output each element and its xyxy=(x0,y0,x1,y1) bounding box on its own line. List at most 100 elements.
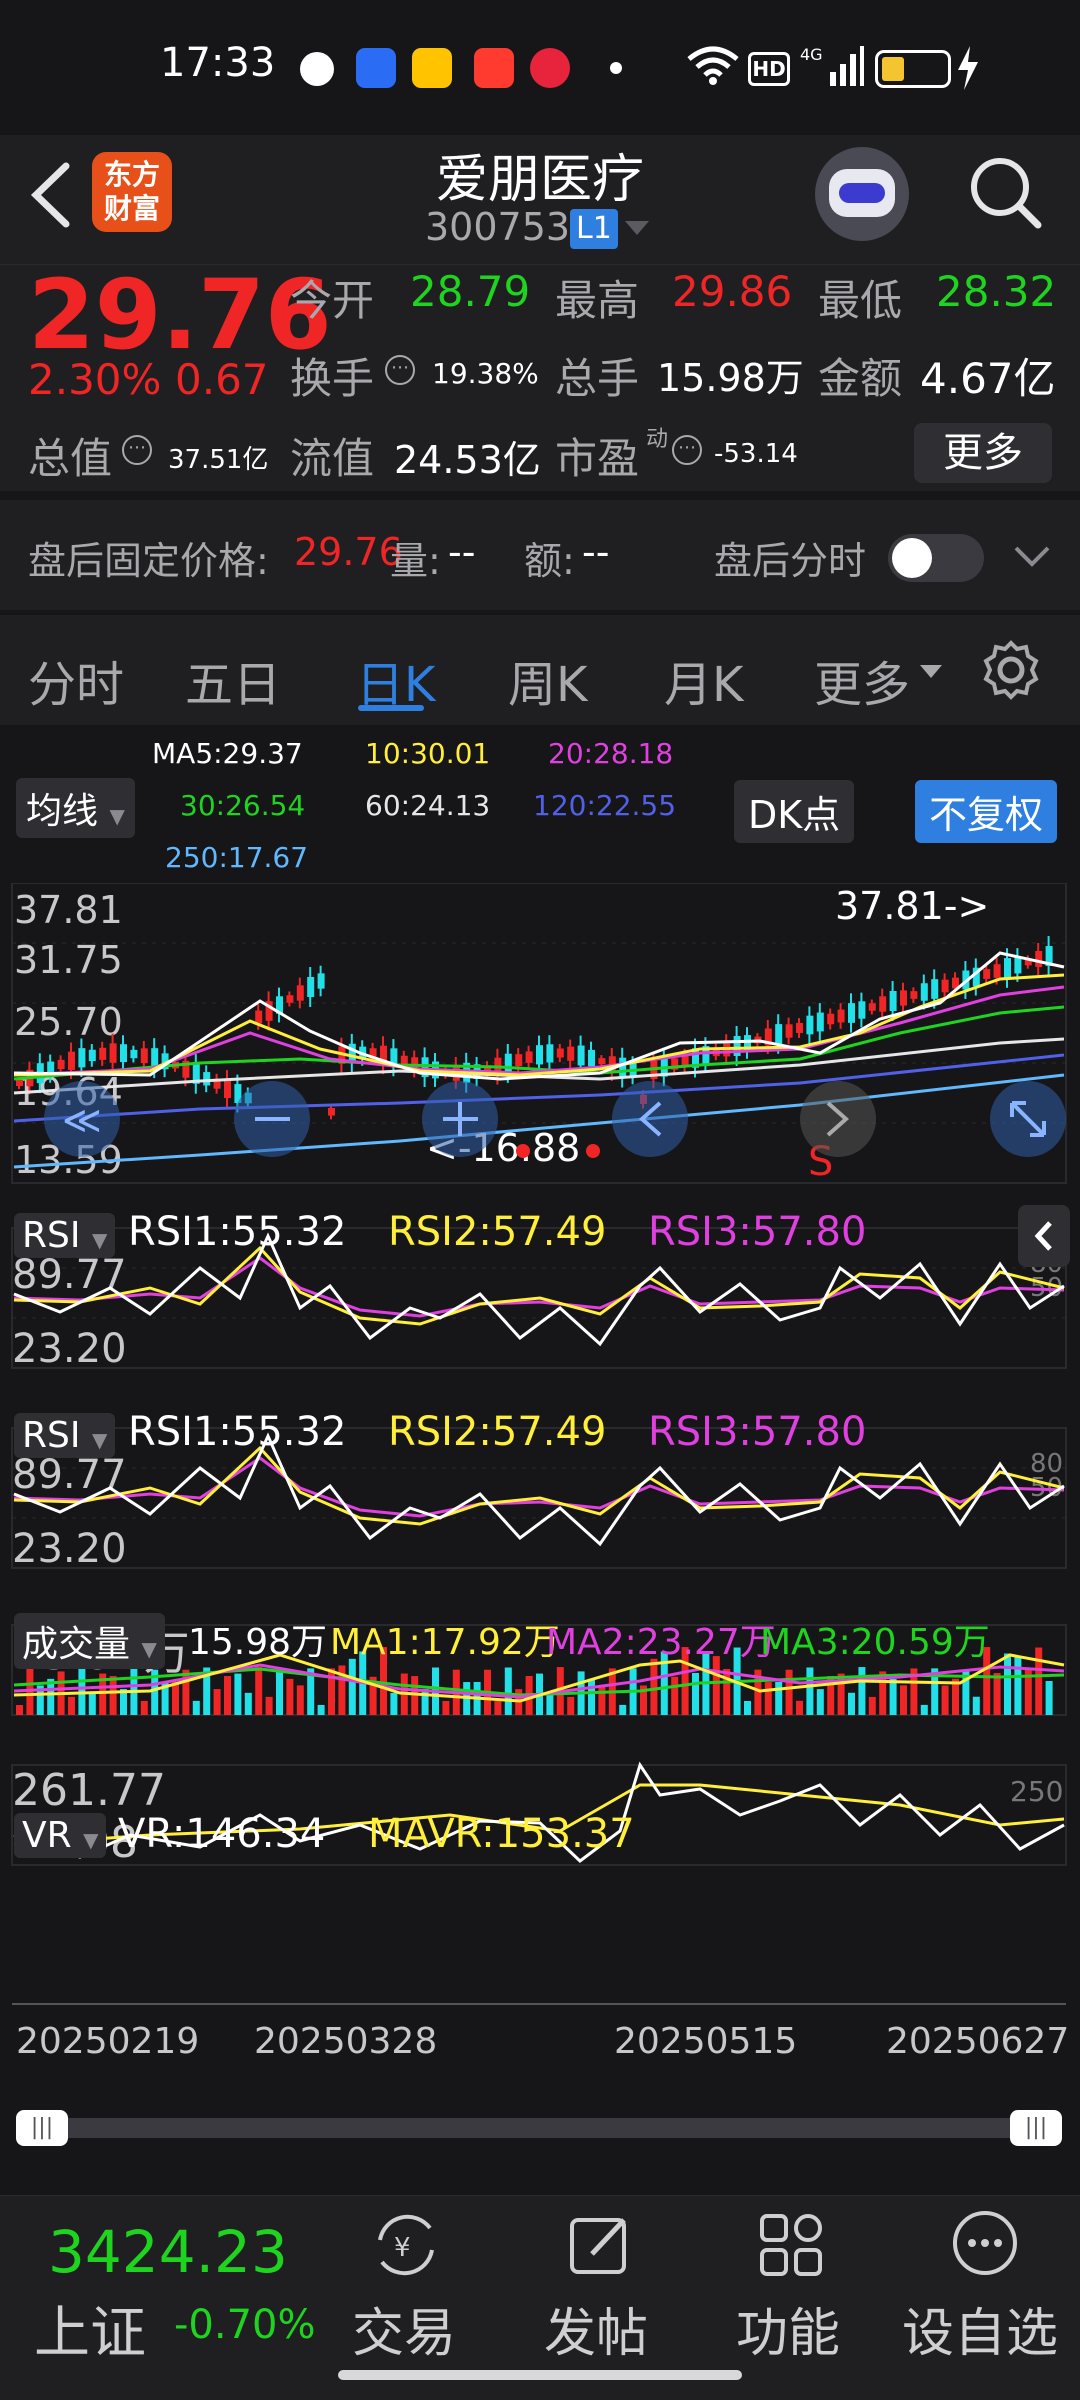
candle xyxy=(1035,951,1043,967)
volume-bar xyxy=(421,1689,429,1715)
volume-bar xyxy=(868,1696,876,1715)
stock-code: 300753 xyxy=(425,205,571,249)
trade-icon[interactable]: ¥ xyxy=(366,2210,446,2280)
date-label-4: 20250627 xyxy=(886,2021,1070,2062)
ma30-label: 30:26.54 xyxy=(180,789,306,822)
afterhours-toggle[interactable] xyxy=(888,534,984,582)
dk-button[interactable]: DK点 xyxy=(734,780,855,843)
battery-icon xyxy=(875,50,951,88)
tab-weekly-k[interactable]: 周K xyxy=(508,645,587,715)
scroll-right-button[interactable] xyxy=(800,1081,876,1157)
float-value: 24.53亿 xyxy=(394,438,541,482)
volume-label: 总手 xyxy=(555,354,640,403)
tab-5day[interactable]: 五日 xyxy=(185,645,281,715)
dropdown-icon[interactable] xyxy=(625,221,649,237)
high-value: 29.86 xyxy=(672,267,793,316)
post-icon[interactable] xyxy=(566,2210,636,2280)
range-slider-left-handle[interactable]: ||| xyxy=(16,2110,68,2146)
rsi-selector-2[interactable]: RSI ▼ xyxy=(14,1413,116,1458)
volume-bar xyxy=(785,1669,793,1715)
volume-bar xyxy=(920,1704,928,1715)
ma-selector-label: 均线 xyxy=(26,791,99,832)
tab-intraday[interactable]: 分时 xyxy=(28,645,124,715)
volume-bar xyxy=(775,1681,783,1715)
nav-add-watchlist[interactable]: 设自选 xyxy=(902,2291,1058,2366)
info-icon[interactable]: ⋯ xyxy=(385,355,415,385)
volume-bar xyxy=(993,1672,1001,1715)
volume-bar xyxy=(224,1676,231,1715)
collapse-panel-button[interactable] xyxy=(1018,1205,1070,1267)
stock-header: 东方财富 爱朋医疗 300753 L1 xyxy=(0,135,1080,265)
search-icon[interactable] xyxy=(968,155,1044,231)
index-name[interactable]: 上证 xyxy=(34,2288,146,2369)
rsi2-value: RSI2:57.49 xyxy=(388,1409,607,1455)
candle xyxy=(504,1053,512,1074)
rsi3-line xyxy=(13,1456,1065,1518)
info-icon[interactable]: ⋯ xyxy=(672,435,702,465)
rsi3-value: RSI3:57.80 xyxy=(648,1409,867,1455)
home-indicator[interactable] xyxy=(338,2370,742,2380)
volume-bar xyxy=(504,1667,512,1715)
rsi2-line xyxy=(13,1445,1065,1526)
marketcap-label: 总值 xyxy=(28,434,113,483)
chevron-down-icon[interactable] xyxy=(1014,546,1050,568)
vr-selector[interactable]: VR ▼ xyxy=(14,1813,107,1858)
range-slider-track xyxy=(20,2118,1060,2138)
rsi2-bottom: 23.20 xyxy=(12,1526,127,1572)
candle xyxy=(525,1051,533,1063)
range-slider-right-handle[interactable]: ||| xyxy=(1010,2110,1062,2146)
rsi3-value: RSI3:57.80 xyxy=(648,1209,867,1255)
vr-250: 250 xyxy=(1010,1775,1063,1808)
candle xyxy=(296,985,304,1001)
candle xyxy=(307,977,315,997)
volume-bar xyxy=(671,1676,679,1715)
change-pct: 2.30% xyxy=(28,355,162,404)
nav-trade[interactable]: 交易 xyxy=(352,2291,456,2366)
volume-bar xyxy=(109,1676,117,1715)
candle xyxy=(57,1059,65,1070)
volume-bar xyxy=(889,1678,897,1715)
candle xyxy=(546,1044,554,1063)
meituan-icon xyxy=(412,48,452,88)
volume-bar xyxy=(172,1681,179,1715)
volume-bar xyxy=(598,1685,606,1715)
volume-bar xyxy=(806,1667,814,1715)
gear-icon[interactable] xyxy=(980,639,1042,701)
volume-bar xyxy=(941,1685,949,1715)
info-icon[interactable]: ⋯ xyxy=(122,435,152,465)
ma-selector[interactable]: 均线 ▼ xyxy=(16,778,135,838)
robot-avatar[interactable] xyxy=(815,147,909,241)
candle xyxy=(848,1003,855,1023)
more-icon[interactable] xyxy=(950,2208,1020,2278)
low-label: 最低 xyxy=(818,276,903,325)
index-value[interactable]: 3424.23 xyxy=(48,2218,288,2286)
rsi-selector-1[interactable]: RSI ▼ xyxy=(14,1213,116,1258)
candle xyxy=(983,969,991,979)
svg-text:4G: 4G xyxy=(800,45,823,64)
rsi3-line xyxy=(13,1256,1065,1318)
baidu-icon xyxy=(356,48,396,88)
candle xyxy=(775,1024,783,1044)
more-button[interactable]: 更多 xyxy=(914,423,1052,483)
nav-functions[interactable]: 功能 xyxy=(736,2291,840,2366)
tab-more[interactable]: 更多 xyxy=(814,645,910,715)
svg-text:¥: ¥ xyxy=(394,2233,411,2263)
date-label-3: 20250515 xyxy=(614,2021,798,2062)
volume-selector[interactable]: 成交量 ▼ xyxy=(14,1613,165,1669)
date-axis-ticks xyxy=(12,2003,1066,2017)
afterhours-amt-label: 额: xyxy=(524,539,575,583)
candle xyxy=(1004,958,1011,978)
candle xyxy=(515,1054,523,1067)
candle xyxy=(78,1048,86,1068)
functions-icon[interactable] xyxy=(756,2210,826,2280)
marketcap-value: 37.51亿 xyxy=(168,445,269,475)
candles xyxy=(16,936,1053,1120)
fuquan-button[interactable]: 不复权 xyxy=(915,780,1058,843)
mavr-value: MAVR:153.37 xyxy=(368,1811,635,1857)
amount-label: 金额 xyxy=(818,354,903,403)
scroll-left-button[interactable] xyxy=(612,1081,688,1157)
volume-bar xyxy=(192,1700,200,1715)
tab-monthly-k[interactable]: 月K xyxy=(664,645,743,715)
nav-post[interactable]: 发帖 xyxy=(544,2291,648,2366)
ma120-label: 120:22.55 xyxy=(533,789,677,822)
